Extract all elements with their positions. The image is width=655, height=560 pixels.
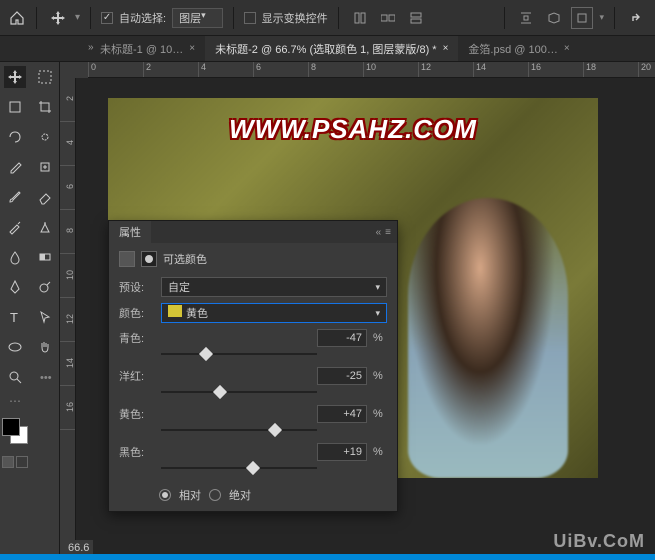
slider-value-input[interactable] (317, 367, 367, 385)
mask-icon (141, 251, 157, 267)
show-transform-label: 显示变换控件 (262, 10, 328, 26)
collapse-icon[interactable]: « (376, 227, 382, 238)
properties-panel: 属性 « ≡ 可选颜色 预设: 自定▾ 颜色: 黄色▾ 青色: % (108, 220, 398, 512)
gradient-tool[interactable] (34, 246, 56, 268)
color-swatches[interactable] (2, 418, 28, 444)
adjustment-icon (119, 251, 135, 267)
slider-track[interactable] (161, 463, 317, 475)
slider-label: 洋红: (119, 368, 155, 384)
marquee-tool[interactable] (34, 66, 56, 88)
ruler-vertical[interactable]: 246810121416 (60, 78, 76, 560)
svg-text:T: T (10, 310, 18, 325)
slider-value-input[interactable] (317, 443, 367, 461)
panel-menu-icon[interactable]: ≡ (385, 227, 391, 238)
align-icon[interactable] (349, 7, 371, 29)
align-icon[interactable] (405, 7, 427, 29)
page-watermark: UiBv.CoM (553, 531, 645, 552)
slider-label: 黄色: (119, 406, 155, 422)
divider (504, 7, 505, 29)
crop-tool[interactable] (34, 96, 56, 118)
hand-tool[interactable] (34, 336, 56, 358)
chevron-down-icon: ▾ (599, 12, 604, 23)
eyedropper-tool[interactable] (4, 156, 26, 178)
show-transform-checkbox[interactable] (244, 12, 256, 24)
close-icon[interactable]: × (189, 43, 195, 54)
type-tool[interactable]: T (4, 306, 26, 328)
divider (614, 7, 615, 29)
lasso-tool[interactable] (4, 126, 26, 148)
expand-tools-icon[interactable]: » (88, 42, 94, 53)
tab-doc-1[interactable]: 未标题-1 @ 10…× (90, 36, 205, 61)
3d-mode-icon[interactable] (543, 7, 565, 29)
tab-doc-3[interactable]: 金箔.psd @ 100…× (458, 36, 579, 61)
auto-select-label: 自动选择: (119, 10, 166, 26)
svg-text:•••: ••• (40, 372, 52, 384)
color-dropdown[interactable]: 黄色▾ (161, 303, 387, 323)
options-bar: ▾ 自动选择: 图层 ▾ 显示变换控件 ▾ (0, 0, 655, 36)
divider (90, 7, 91, 29)
preset-dropdown[interactable]: 自定▾ (161, 277, 387, 297)
tools-column-a: T ⋯ (0, 62, 30, 560)
radio-relative[interactable] (159, 489, 171, 501)
brush-tool[interactable] (4, 186, 26, 208)
slider-track[interactable] (161, 387, 317, 399)
slider-label: 青色: (119, 330, 155, 346)
slider-value-input[interactable] (317, 405, 367, 423)
adjustment-name: 可选颜色 (163, 251, 207, 267)
home-icon[interactable] (8, 9, 26, 27)
align-icon[interactable] (377, 7, 399, 29)
radio-absolute[interactable] (209, 489, 221, 501)
artboard-tool[interactable] (4, 96, 26, 118)
path-select-tool[interactable] (34, 306, 56, 328)
pen-tool[interactable] (4, 276, 26, 298)
chevron-down-icon: ▾ (75, 12, 80, 23)
distribute-icon[interactable] (515, 7, 537, 29)
healing-tool[interactable] (34, 156, 56, 178)
clone-tool[interactable] (34, 216, 56, 238)
divider (338, 7, 339, 29)
share-icon[interactable] (625, 7, 647, 29)
dodge-tool[interactable] (34, 276, 56, 298)
quickmask-buttons[interactable] (2, 456, 28, 468)
blur-tool[interactable] (4, 246, 26, 268)
zoom-tool[interactable] (4, 366, 26, 388)
more-tools-icon[interactable]: ⋯ (9, 394, 21, 408)
edit-toolbar[interactable]: ••• (34, 366, 56, 388)
ellipse-tool[interactable] (4, 336, 26, 358)
slider-label: 黑色: (119, 444, 155, 460)
layer-dropdown[interactable]: 图层 ▾ (172, 8, 223, 28)
color-label: 颜色: (119, 305, 155, 321)
close-icon[interactable]: × (564, 43, 570, 54)
tab-doc-2[interactable]: 未标题-2 @ 66.7% (选取颜色 1, 图层蒙版/8) *× (205, 36, 458, 61)
move-tool[interactable] (4, 66, 26, 88)
eraser-tool[interactable] (34, 186, 56, 208)
watermark-text: WWW.PSAHZ.COM (229, 114, 477, 145)
move-tool-icon[interactable] (47, 7, 69, 29)
taskbar (0, 554, 655, 560)
slider-track[interactable] (161, 425, 317, 437)
slider-value-input[interactable] (317, 329, 367, 347)
quick-select-tool[interactable] (34, 126, 56, 148)
divider (36, 7, 37, 29)
close-icon[interactable]: × (443, 43, 449, 54)
preset-label: 预设: (119, 279, 155, 295)
divider (233, 7, 234, 29)
align-canvas-icon[interactable] (571, 7, 593, 29)
history-brush-tool[interactable] (4, 216, 26, 238)
tools-column-b: ••• (30, 62, 60, 560)
ruler-horizontal[interactable]: 02468101214161820222426 (88, 62, 655, 78)
panel-tab-properties[interactable]: 属性 (109, 221, 151, 243)
slider-track[interactable] (161, 349, 317, 361)
ruler-corner (60, 62, 88, 78)
document-tabs: 未标题-1 @ 10…× 未标题-2 @ 66.7% (选取颜色 1, 图层蒙版… (0, 36, 655, 62)
auto-select-checkbox[interactable] (101, 12, 113, 24)
